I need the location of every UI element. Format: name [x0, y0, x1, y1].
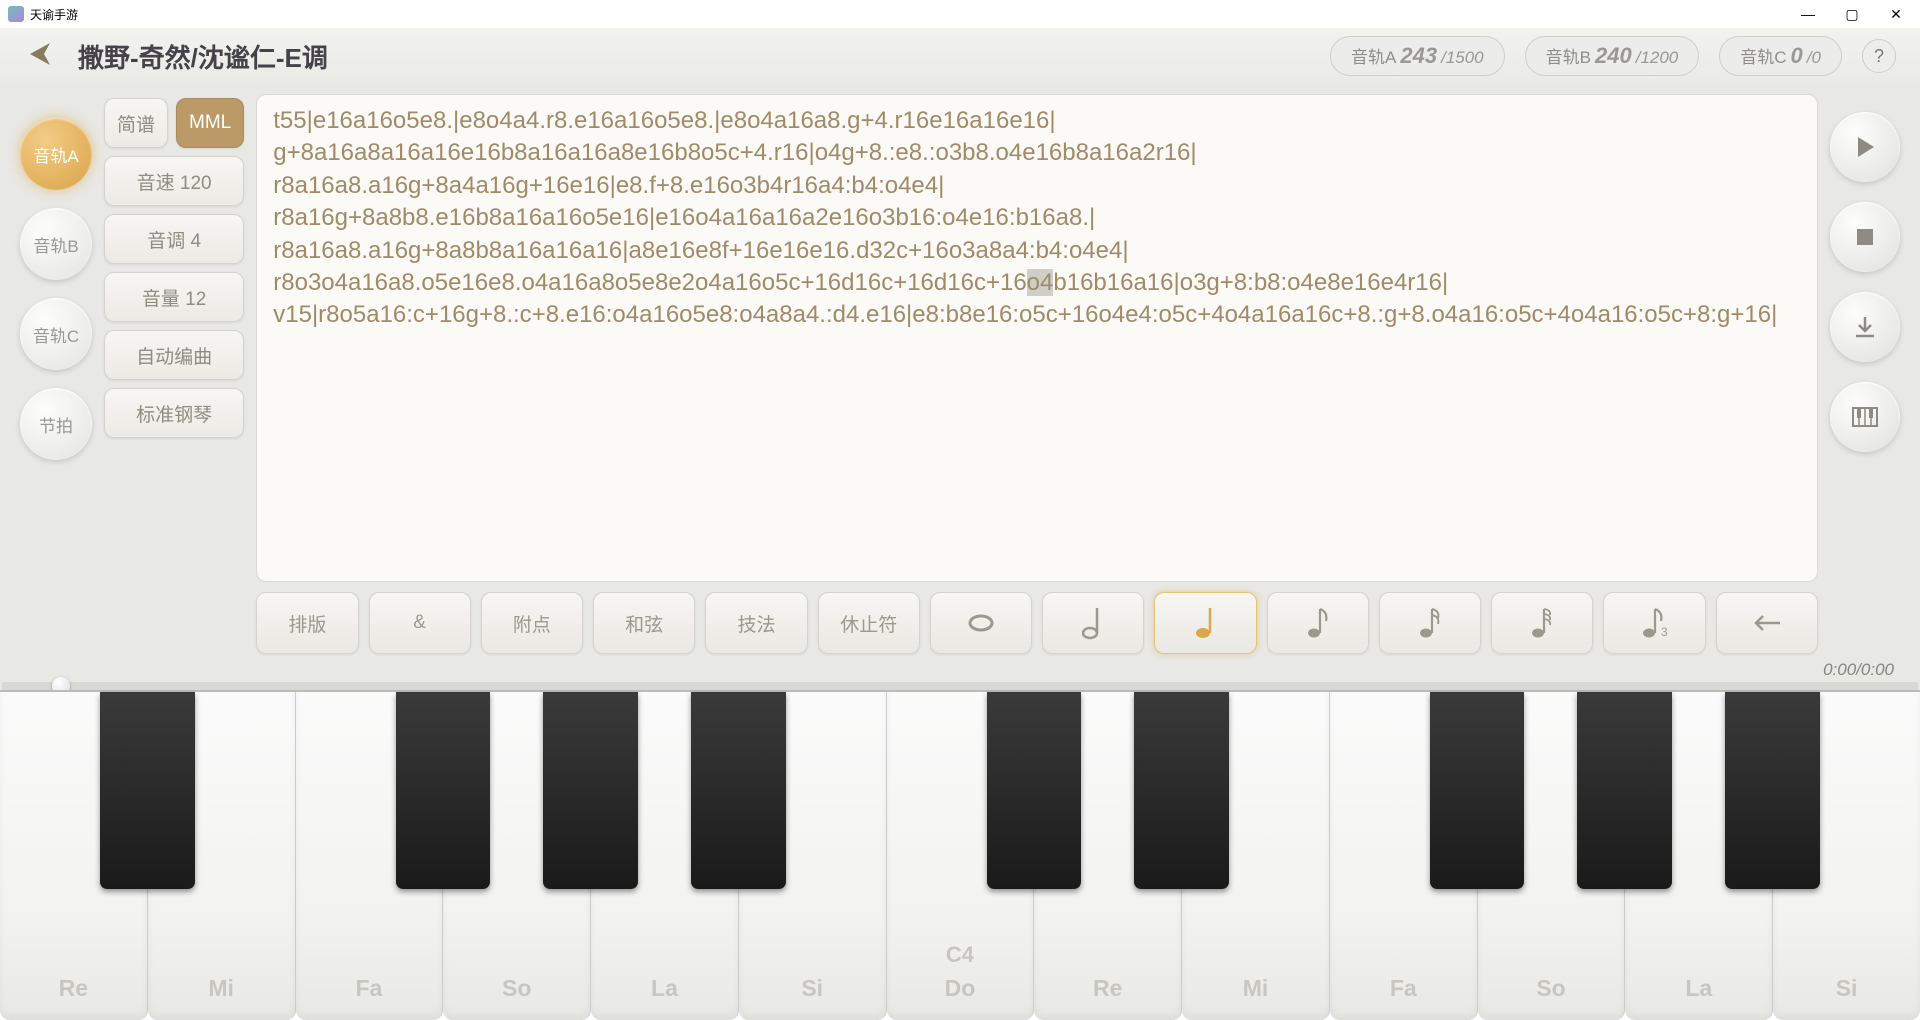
auto-compose-button[interactable]: 自动编曲	[104, 330, 244, 380]
key-label: Fa	[1330, 975, 1477, 1002]
note-toolbar: 排版 & 附点 和弦 技法 休止符	[256, 592, 1818, 654]
track-c-button[interactable]: 音轨C	[20, 298, 92, 370]
black-key[interactable]	[1577, 692, 1672, 889]
triplet-button[interactable]: 3	[1603, 592, 1705, 654]
key-label: So	[443, 975, 590, 1002]
key-label: Si	[739, 975, 886, 1002]
svg-text:3: 3	[1661, 625, 1668, 639]
back-button[interactable]	[24, 37, 58, 76]
key-label: So	[1478, 975, 1625, 1002]
track-b-button[interactable]: 音轨B	[20, 208, 92, 280]
playback-panel	[1830, 94, 1900, 654]
speed-button[interactable]: 音速 120	[104, 156, 244, 206]
time-display: 0:00/0:00	[0, 660, 1920, 682]
mml-editor[interactable]: t55|e16a16o5e8.|e8o4a4.r8.e16a16o5e8.|e8…	[256, 94, 1818, 582]
black-key[interactable]	[543, 692, 638, 889]
thirtysecond-note-button[interactable]	[1491, 592, 1593, 654]
help-button[interactable]: ?	[1862, 39, 1896, 73]
black-key[interactable]	[1134, 692, 1229, 889]
sixteenth-note-button[interactable]	[1379, 592, 1481, 654]
chord-button[interactable]: 和弦	[593, 592, 695, 654]
key-label-upper: C4	[887, 942, 1034, 968]
rest-button[interactable]: 休止符	[818, 592, 920, 654]
track-b-counter[interactable]: 音轨B 240 /1200	[1525, 36, 1700, 76]
key-label: Re	[0, 975, 147, 1002]
black-key[interactable]	[1430, 692, 1525, 889]
track-c-counter[interactable]: 音轨C 0 /0	[1719, 36, 1842, 76]
eighth-note-button[interactable]	[1267, 592, 1369, 654]
piano-keyboard: ReMiFaSoLaSiDoC4ReMiFaSoLaSi	[0, 690, 1920, 1020]
window-title: 天谕手游	[30, 6, 78, 23]
stop-button[interactable]	[1830, 202, 1900, 272]
key-label: La	[1625, 975, 1772, 1002]
app-icon	[8, 6, 24, 22]
maximize-button[interactable]: ▢	[1836, 6, 1868, 23]
black-key[interactable]	[100, 692, 195, 889]
track-a-button[interactable]: 音轨A	[20, 118, 92, 190]
instrument-button[interactable]: 标准钢琴	[104, 388, 244, 438]
black-key[interactable]	[691, 692, 786, 889]
amp-button[interactable]: &	[369, 592, 471, 654]
quarter-note-button[interactable]	[1154, 592, 1256, 654]
track-selector: 音轨A 音轨B 音轨C 节拍	[20, 94, 92, 654]
mml-text: t55|e16a16o5e8.|e8o4a4.r8.e16a16o5e8.|e8…	[273, 105, 1801, 332]
key-label: Mi	[1182, 975, 1329, 1002]
volume-button[interactable]: 音量 12	[104, 272, 244, 322]
half-note-button[interactable]	[1042, 592, 1144, 654]
header: 撒野-奇然/沈谧仁-E调 音轨A 243 /1500 音轨B 240 /1200…	[0, 28, 1920, 84]
key-label: Do	[887, 975, 1034, 1002]
notation-jianpu-button[interactable]: 简谱	[104, 98, 168, 148]
backspace-button[interactable]	[1716, 592, 1818, 654]
technique-button[interactable]: 技法	[705, 592, 807, 654]
black-key[interactable]	[396, 692, 491, 889]
dot-button[interactable]: 附点	[481, 592, 583, 654]
keyboard-toggle-button[interactable]	[1830, 382, 1900, 452]
tone-button[interactable]: 音调 4	[104, 214, 244, 264]
download-button[interactable]	[1830, 292, 1900, 362]
play-button[interactable]	[1830, 112, 1900, 182]
close-button[interactable]: ✕	[1880, 6, 1912, 23]
key-label: La	[591, 975, 738, 1002]
format-button[interactable]: 排版	[256, 592, 358, 654]
key-label: Si	[1773, 975, 1920, 1002]
titlebar: 天谕手游 — ▢ ✕	[0, 0, 1920, 28]
key-label: Mi	[148, 975, 295, 1002]
progress-bar[interactable]	[2, 682, 1918, 690]
page-title: 撒野-奇然/沈谧仁-E调	[78, 38, 328, 75]
black-key[interactable]	[987, 692, 1082, 889]
minimize-button[interactable]: —	[1792, 6, 1824, 23]
notation-mml-button[interactable]: MML	[176, 98, 244, 148]
track-a-counter[interactable]: 音轨A 243 /1500	[1330, 36, 1505, 76]
key-label: Fa	[296, 975, 443, 1002]
tempo-button[interactable]: 节拍	[20, 388, 92, 460]
key-label: Re	[1034, 975, 1181, 1002]
black-key[interactable]	[1725, 692, 1820, 889]
whole-note-button[interactable]	[930, 592, 1032, 654]
param-panel: 简谱 MML 音速 120 音调 4 音量 12 自动编曲 标准钢琴	[104, 94, 244, 654]
